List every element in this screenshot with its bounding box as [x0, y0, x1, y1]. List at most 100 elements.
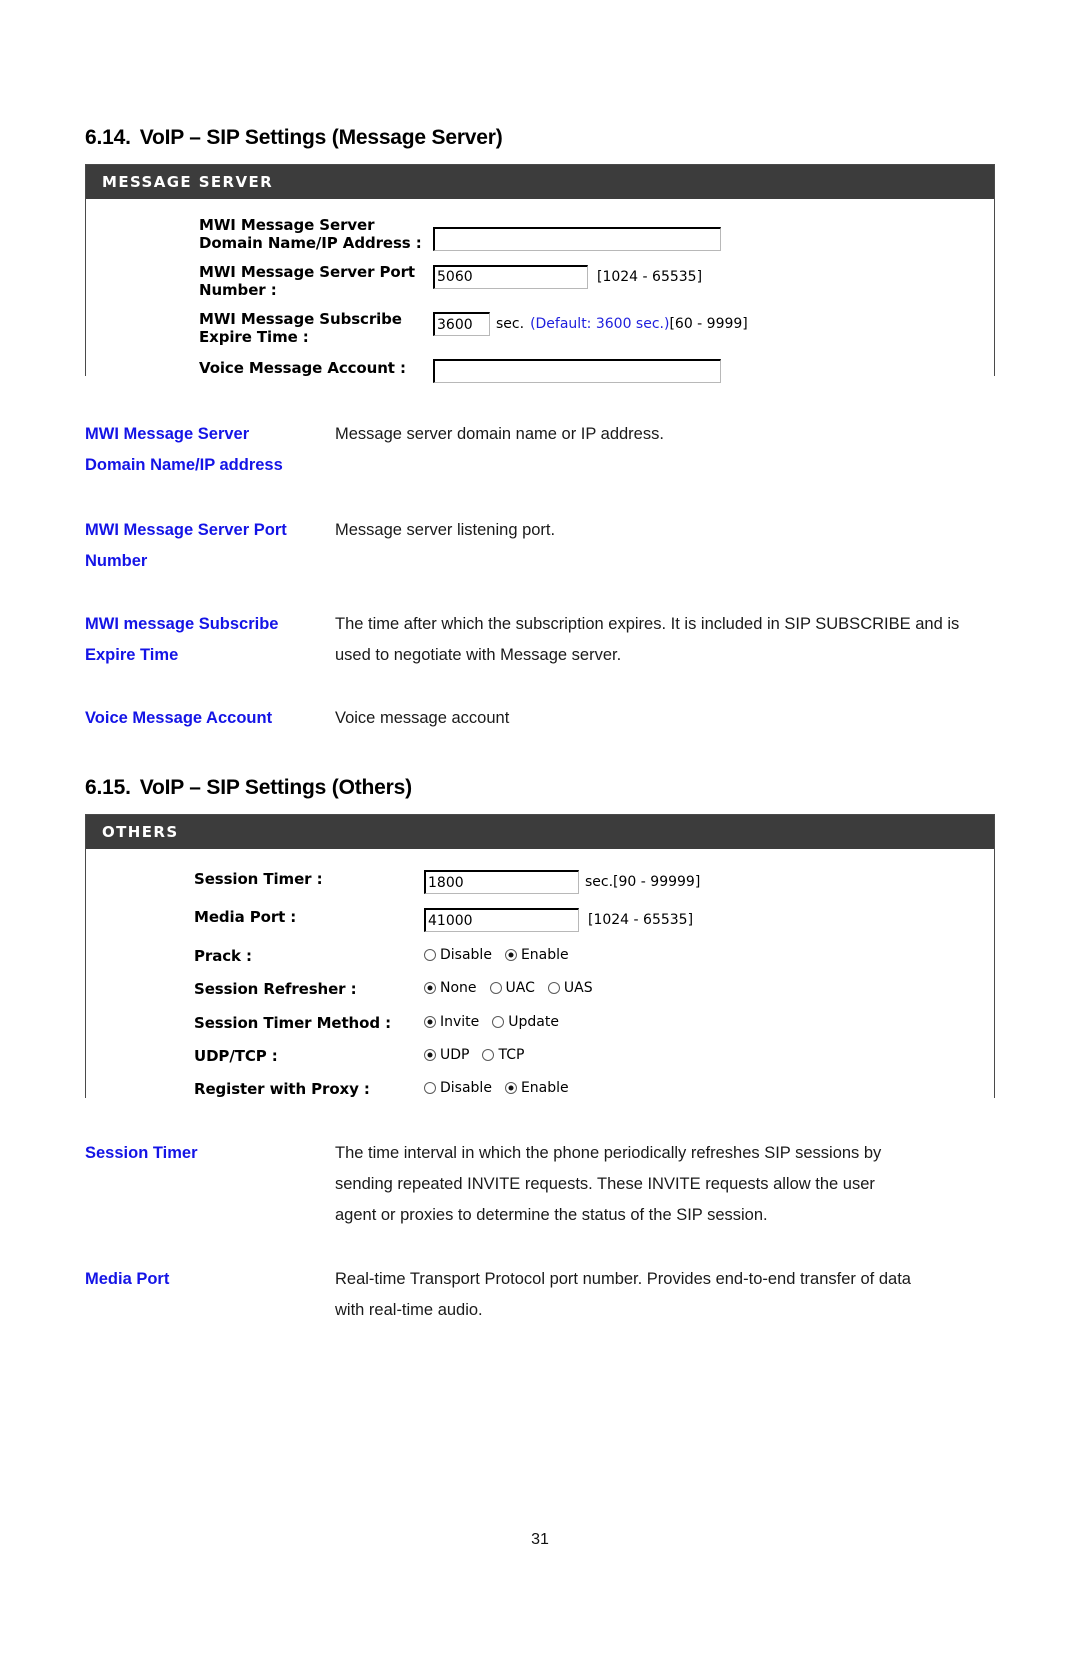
label-line-2: Number : — [199, 280, 277, 299]
description-term: MWI Message Server Domain Name/IP addres… — [85, 419, 335, 481]
mwi-expire-unit: sec. — [496, 316, 525, 333]
term-line-1: Session Timer — [85, 1144, 198, 1162]
section-heading-6-15: 6.15. VoIP – SIP Settings (Others) — [85, 776, 995, 800]
page-number: 31 — [531, 1531, 549, 1548]
control-mwi-port: [1024 - 65535] — [431, 263, 702, 289]
form-row-voice-account: Voice Message Account : — [86, 356, 994, 386]
mwi-expire-range-hint: [60 - 9999] — [669, 316, 748, 333]
radio-label: Enable — [520, 947, 569, 963]
others-description-list: Session Timer The time interval in which… — [85, 1138, 995, 1326]
others-panel-body: Session Timer : sec.[90 - 99999] Media P… — [86, 849, 994, 1118]
description-text: Message server domain name or IP address… — [335, 425, 664, 443]
form-row-media-port: Media Port : [1024 - 65535] — [86, 905, 994, 935]
section-number: 6.15. — [85, 776, 131, 799]
label-line-1: MWI Message Subscribe — [199, 310, 402, 329]
form-row-udp-tcp: UDP/TCP : UDP TCP — [86, 1044, 994, 1068]
term-line-1: MWI Message Server — [85, 425, 250, 443]
radio-icon-selected[interactable] — [504, 1082, 517, 1095]
form-row-mwi-expire: MWI Message Subscribe Expire Time : sec.… — [86, 307, 994, 350]
radio-icon-selected[interactable] — [424, 982, 436, 995]
radio-label: None — [440, 980, 477, 997]
media-port-range-hint: [1024 - 65535] — [588, 912, 694, 928]
radio-group-prack: Disable Enable — [424, 947, 569, 963]
mwi-port-input[interactable] — [433, 264, 588, 289]
radio-group-udp-tcp: UDP TCP — [424, 1047, 524, 1063]
radio-refresher-none[interactable]: None — [424, 980, 477, 996]
mwi-expire-default-note: (Default: 3600 sec.) — [530, 316, 670, 333]
description-line-1: Real-time Transport Protocol port number… — [335, 1270, 911, 1288]
form-row-session-timer-method: Session Timer Method : Invite Update — [86, 1011, 994, 1035]
description-text: Voice message account — [335, 709, 510, 727]
radio-icon[interactable] — [489, 982, 502, 995]
description-line-3: agent or proxies to determine the status… — [335, 1206, 768, 1224]
radio-proxy-enable[interactable]: Enable — [504, 1080, 569, 1097]
description-item-voice-account: Voice Message Account Voice message acco… — [85, 703, 995, 734]
description-item-session-timer: Session Timer The time interval in which… — [85, 1138, 995, 1231]
radio-icon[interactable] — [492, 1015, 505, 1028]
radio-prack-enable[interactable]: Enable — [504, 947, 569, 963]
radio-refresher-uac[interactable]: UAC — [489, 980, 535, 996]
form-row-mwi-domain: MWI Message Server Domain Name/IP Addres… — [86, 213, 994, 256]
control-mwi-expire: sec. (Default: 3600 sec.) [60 - 9999] — [431, 310, 748, 337]
mwi-domain-input[interactable] — [433, 227, 721, 251]
radio-refresher-uas[interactable]: UAS — [547, 980, 593, 996]
description-term: Media Port — [85, 1264, 335, 1295]
mwi-expire-input[interactable] — [433, 312, 490, 337]
session-timer-input[interactable] — [424, 870, 579, 894]
label-session-refresher: Session Refresher : — [194, 980, 357, 999]
radio-method-invite[interactable]: Invite — [424, 1014, 479, 1030]
radio-udp[interactable]: UDP — [424, 1047, 469, 1063]
radio-icon-selected[interactable] — [424, 1048, 436, 1061]
others-panel-header: OTHERS — [86, 815, 994, 849]
label-line-1: MWI Message Server Port — [199, 262, 415, 281]
label-line-2: Domain Name/IP Address : — [199, 234, 422, 253]
radio-label: Update — [508, 1013, 559, 1030]
label-session-timer-method: Session Timer Method : — [194, 1013, 391, 1032]
label-line-2: Expire Time : — [199, 328, 309, 347]
form-row-mwi-port: MWI Message Server Port Number : [1024 -… — [86, 260, 994, 303]
label-line-1: MWI Message Server — [199, 216, 375, 234]
radio-prack-disable[interactable]: Disable — [424, 947, 492, 963]
description-line-1: The time interval in which the phone per… — [335, 1144, 882, 1162]
radio-icon-selected[interactable] — [504, 949, 517, 961]
term-line-2: Number — [85, 552, 148, 570]
radio-proxy-disable[interactable]: Disable — [424, 1080, 492, 1096]
message-server-panel-body: MWI Message Server Domain Name/IP Addres… — [86, 199, 994, 402]
description-item-mwi-domain: MWI Message Server Domain Name/IP addres… — [85, 419, 995, 481]
control-media-port: [1024 - 65535] — [424, 908, 693, 932]
mwi-port-range-hint: [1024 - 65535] — [597, 268, 703, 285]
label-udp-tcp: UDP/TCP : — [194, 1046, 278, 1065]
radio-method-update[interactable]: Update — [492, 1014, 559, 1030]
media-port-input[interactable] — [424, 908, 579, 932]
radio-icon[interactable] — [482, 1048, 495, 1061]
radio-tcp[interactable]: TCP — [482, 1047, 524, 1063]
radio-label: TCP — [498, 1046, 525, 1063]
term-line-2: Expire Time — [85, 646, 179, 664]
label-prack: Prack : — [194, 947, 252, 965]
label-line-1: Voice Message Account : — [199, 358, 406, 377]
label-session-timer: Session Timer : — [194, 870, 323, 888]
term-line-2: Domain Name/IP address — [85, 456, 283, 474]
description-item-media-port: Media Port Real-time Transport Protocol … — [85, 1264, 995, 1326]
radio-icon[interactable] — [424, 949, 436, 961]
term-line-1: MWI Message Server Port — [85, 521, 287, 539]
description-item-mwi-port: MWI Message Server Port Number Message s… — [85, 515, 995, 577]
section-title: VoIP – SIP Settings (Others) — [139, 776, 412, 799]
control-session-timer-method: Invite Update — [424, 1014, 559, 1030]
radio-label: Disable — [440, 947, 492, 963]
message-server-panel: MESSAGE SERVER MWI Message Server Domain… — [85, 164, 995, 402]
radio-icon[interactable] — [547, 982, 560, 995]
radio-icon[interactable] — [424, 1082, 436, 1095]
description-text: The time after which the subscription ex… — [335, 609, 995, 671]
term-line-1: Media Port — [85, 1270, 170, 1288]
section-heading-6-14: 6.14. VoIP – SIP Settings (Message Serve… — [85, 126, 995, 150]
label-voice-account: Voice Message Account : — [86, 359, 431, 377]
radio-group-register-with-proxy: Disable Enable — [424, 1080, 569, 1096]
description-line-2: with real-time audio. — [335, 1301, 483, 1319]
description-text: Message server listening port. — [335, 521, 556, 539]
radio-label: Enable — [520, 1080, 569, 1097]
radio-icon-selected[interactable] — [424, 1015, 436, 1028]
control-prack: Disable Enable — [424, 947, 569, 963]
control-udp-tcp: UDP TCP — [424, 1047, 524, 1063]
voice-account-input[interactable] — [433, 358, 721, 383]
